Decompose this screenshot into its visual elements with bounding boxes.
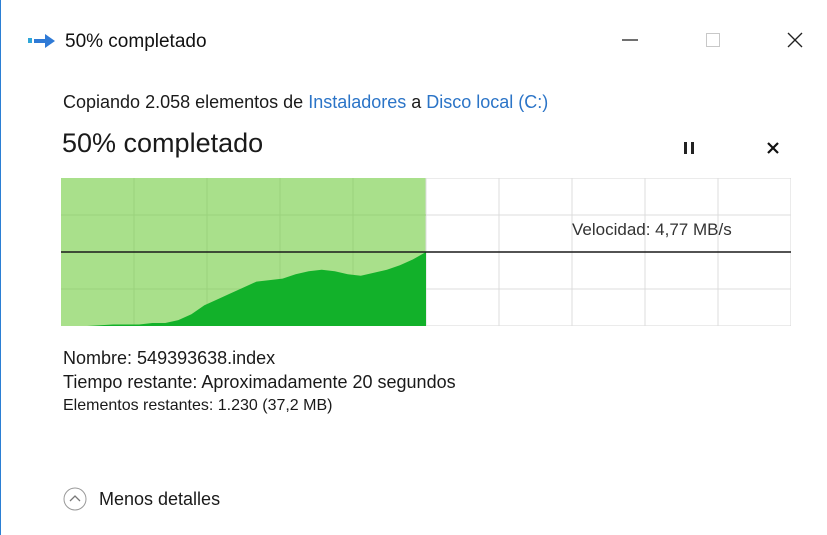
cancel-copy-button[interactable]	[759, 134, 787, 162]
minimize-button[interactable]	[607, 20, 653, 60]
source-folder-link[interactable]: Instaladores	[308, 92, 406, 112]
chevron-up-icon	[63, 487, 87, 511]
time-label: Tiempo restante:	[63, 372, 198, 392]
maximize-button[interactable]	[690, 20, 736, 60]
items-value: 1.230 (37,2 MB)	[217, 397, 333, 414]
time-value: Aproximadamente 20 segundos	[201, 372, 456, 392]
maximize-icon	[706, 33, 720, 47]
copy-summary: Copiando 2.058 elementos de Instaladores…	[63, 92, 548, 113]
transfer-speed-chart	[61, 178, 791, 326]
close-icon	[787, 32, 803, 48]
cancel-icon	[767, 142, 779, 154]
copy-middle: a	[406, 92, 427, 112]
copy-arrow-icon	[28, 34, 55, 48]
details-panel: Nombre: 549393638.index Tiempo restante:…	[63, 346, 456, 418]
copy-progress-window: 50% completado Copiando 2.058 elementos …	[0, 0, 827, 535]
name-label: Nombre:	[63, 348, 133, 368]
progress-title: 50% completado	[62, 128, 264, 158]
less-details-button[interactable]: Menos detalles	[63, 487, 220, 511]
minimize-icon	[622, 39, 638, 41]
pause-icon	[684, 142, 694, 154]
items-label: Elementos restantes:	[63, 397, 214, 414]
detail-items-row: Elementos restantes: 1.230 (37,2 MB)	[63, 394, 456, 418]
pause-button[interactable]	[675, 134, 703, 162]
speed-label: Velocidad: 4,77 MB/s	[572, 220, 732, 239]
title-bar[interactable]: 50% completado	[1, 0, 827, 84]
window-title: 50% completado	[65, 31, 207, 52]
name-value: 549393638.index	[137, 348, 276, 368]
less-details-label: Menos detalles	[99, 488, 221, 509]
destination-link[interactable]: Disco local (C:)	[426, 92, 548, 112]
copy-prefix: Copiando 2.058 elementos de	[63, 92, 309, 112]
close-button[interactable]	[772, 20, 818, 60]
detail-name-row: Nombre: 549393638.index	[63, 346, 456, 370]
detail-time-row: Tiempo restante: Aproximadamente 20 segu…	[63, 370, 456, 394]
